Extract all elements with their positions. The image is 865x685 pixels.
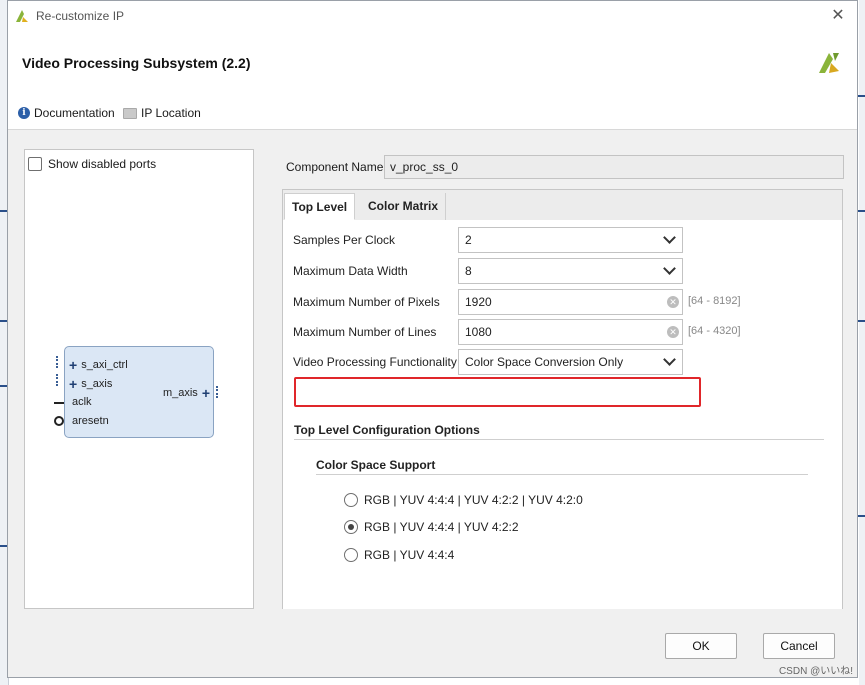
port-label: s_axis bbox=[81, 378, 113, 390]
expand-plus-icon: + bbox=[201, 385, 210, 401]
show-disabled-ports-checkbox[interactable]: Show disabled ports bbox=[28, 157, 156, 171]
clear-icon[interactable]: ✕ bbox=[667, 326, 679, 338]
background-line bbox=[857, 515, 865, 517]
chevron-down-icon bbox=[663, 231, 676, 244]
max-lines-range: [64 - 4320] bbox=[688, 325, 741, 337]
bus-connector-icon bbox=[216, 386, 224, 398]
folder-icon bbox=[123, 107, 137, 119]
chevron-down-icon bbox=[663, 262, 676, 275]
window-title: Re-customize IP bbox=[36, 9, 125, 23]
configuration-panel: Top Level Color Matrix Samples Per Clock… bbox=[282, 189, 843, 609]
divider bbox=[294, 439, 824, 440]
close-icon[interactable]: ✕ bbox=[829, 7, 847, 25]
port-aclk[interactable]: aclk bbox=[72, 396, 92, 408]
ok-button[interactable]: OK bbox=[665, 633, 737, 659]
config-options-heading: Top Level Configuration Options bbox=[294, 423, 480, 437]
divider bbox=[316, 474, 808, 475]
expand-plus-icon: + bbox=[69, 357, 78, 373]
radio-label: RGB | YUV 4:4:4 bbox=[364, 548, 455, 562]
select-value: 8 bbox=[465, 264, 472, 278]
ip-title: Video Processing Subsystem (2.2) bbox=[22, 55, 251, 71]
port-m-axis[interactable]: m_axis + bbox=[162, 385, 210, 401]
ip-location-link[interactable]: IP Location bbox=[123, 106, 201, 120]
background-line bbox=[857, 320, 865, 322]
max-pixels-input[interactable]: 1920 ✕ bbox=[458, 289, 683, 315]
radio-button bbox=[344, 520, 358, 534]
bus-connector-icon bbox=[56, 374, 64, 386]
tab-top-level-content: Samples Per Clock 2 Maximum Data Width 8… bbox=[283, 220, 842, 609]
documentation-label: Documentation bbox=[34, 106, 115, 120]
tab-bar: Top Level Color Matrix bbox=[283, 190, 842, 221]
samples-per-clock-select[interactable]: 2 bbox=[458, 227, 683, 253]
tab-top-level[interactable]: Top Level bbox=[284, 193, 356, 220]
tab-color-matrix[interactable]: Color Matrix bbox=[361, 193, 447, 220]
input-value: 1080 bbox=[465, 325, 492, 339]
background-line bbox=[857, 210, 865, 212]
checkbox-box bbox=[28, 157, 42, 171]
port-label: s_axi_ctrl bbox=[81, 359, 128, 371]
color-space-option[interactable]: RGB | YUV 4:4:4 bbox=[344, 548, 454, 562]
clock-pin bbox=[54, 402, 64, 404]
ip-symbol-panel: Show disabled ports + s_axi_ctrl + s_axi… bbox=[24, 149, 254, 609]
reset-pin-icon bbox=[54, 416, 64, 426]
select-value: Color Space Conversion Only bbox=[465, 355, 624, 369]
max-data-width-label: Maximum Data Width bbox=[293, 264, 408, 278]
radio-label: RGB | YUV 4:4:4 | YUV 4:2:2 | YUV 4:2:0 bbox=[364, 493, 583, 507]
component-name-field[interactable]: v_proc_ss_0 bbox=[384, 155, 844, 179]
max-lines-label: Maximum Number of Lines bbox=[293, 325, 437, 339]
watermark: CSDN @いいね! bbox=[778, 666, 853, 677]
background-line bbox=[857, 95, 865, 97]
radio-button bbox=[344, 548, 358, 562]
dialog-header: Video Processing Subsystem (2.2) i Docum… bbox=[8, 31, 857, 130]
port-s-axis[interactable]: + s_axis bbox=[69, 376, 113, 392]
vivado-logo-icon bbox=[16, 10, 28, 22]
color-space-heading: Color Space Support bbox=[316, 458, 436, 472]
functionality-select[interactable]: Color Space Conversion Only bbox=[458, 349, 683, 375]
cancel-button[interactable]: Cancel bbox=[763, 633, 835, 659]
color-space-option[interactable]: RGB | YUV 4:4:4 | YUV 4:2:2 bbox=[344, 520, 519, 534]
clear-icon[interactable]: ✕ bbox=[667, 296, 679, 308]
chevron-down-icon bbox=[663, 353, 676, 366]
show-disabled-ports-label: Show disabled ports bbox=[48, 157, 157, 171]
radio-button bbox=[344, 493, 358, 507]
port-s-axi-ctrl[interactable]: + s_axi_ctrl bbox=[69, 357, 128, 373]
xilinx-logo-icon bbox=[819, 53, 839, 73]
info-icon: i bbox=[18, 107, 30, 119]
re-customize-ip-dialog: Re-customize IP ✕ Video Processing Subsy… bbox=[7, 0, 858, 678]
max-pixels-label: Maximum Number of Pixels bbox=[293, 295, 440, 309]
select-value: 2 bbox=[465, 233, 472, 247]
highlight-box bbox=[294, 377, 701, 407]
max-lines-input[interactable]: 1080 ✕ bbox=[458, 319, 683, 345]
ip-location-label: IP Location bbox=[141, 106, 201, 120]
color-space-option[interactable]: RGB | YUV 4:4:4 | YUV 4:2:2 | YUV 4:2:0 bbox=[344, 493, 583, 507]
component-name-label: Component Name bbox=[286, 160, 384, 174]
bus-connector-icon bbox=[56, 356, 64, 368]
functionality-label: Video Processing Functionality bbox=[293, 355, 457, 369]
samples-per-clock-label: Samples Per Clock bbox=[293, 233, 396, 247]
input-value: 1920 bbox=[465, 295, 492, 309]
max-pixels-range: [64 - 8192] bbox=[688, 295, 741, 307]
max-data-width-select[interactable]: 8 bbox=[458, 258, 683, 284]
port-label: aclk bbox=[72, 396, 92, 408]
port-aresetn[interactable]: aresetn bbox=[72, 415, 109, 427]
documentation-link[interactable]: i Documentation bbox=[18, 106, 115, 120]
radio-label: RGB | YUV 4:4:4 | YUV 4:2:2 bbox=[364, 520, 519, 534]
port-label: aresetn bbox=[72, 415, 109, 427]
background-app-edge-right bbox=[859, 0, 865, 685]
title-bar: Re-customize IP ✕ bbox=[8, 1, 857, 32]
expand-plus-icon: + bbox=[69, 376, 78, 392]
ip-block[interactable]: + s_axi_ctrl + s_axis aclk aresetn m_axi… bbox=[64, 346, 214, 438]
port-label: m_axis bbox=[162, 387, 198, 399]
